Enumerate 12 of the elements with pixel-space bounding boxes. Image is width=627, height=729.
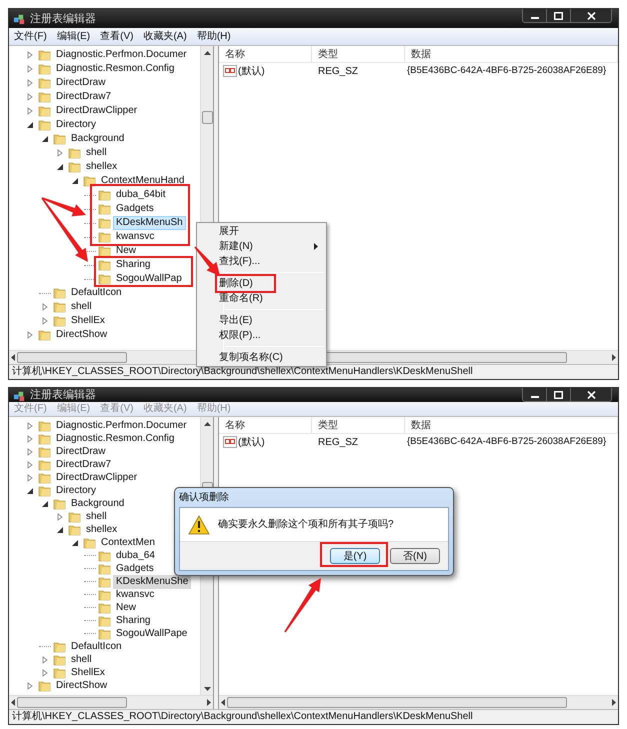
- dialog-title: 确认项删除: [179, 491, 229, 505]
- status-bar-path: 计算机\HKEY_CLASSES_ROOT\Directory\Background\shellex\ContextMenuHandlers\KDeskMenuShell: [12, 366, 473, 378]
- table-cell-text: {B5E436BC-642A-4BF6-B725-26038AF26E89}: [406, 64, 606, 78]
- table-cell-text: (默认): [238, 436, 265, 450]
- table-cell-text: REG_SZ: [317, 64, 360, 78]
- table-cell-text: REG_SZ: [317, 436, 360, 450]
- table-cell-text: {B5E436BC-642A-4BF6-B725-26038AF26E89}: [406, 434, 606, 449]
- window-title: 注册表编辑器: [30, 389, 96, 401]
- window-title: 注册表编辑器: [30, 12, 96, 24]
- dialog-message: 确实要永久删除这个项和所有其子项吗?: [218, 518, 394, 532]
- table-cell-text: (默认): [238, 64, 265, 78]
- status-bar-path: 计算机\HKEY_CLASSES_ROOT\Directory\Background\shellex\ContextMenuHandlers\KDeskMenuShell: [12, 711, 473, 723]
